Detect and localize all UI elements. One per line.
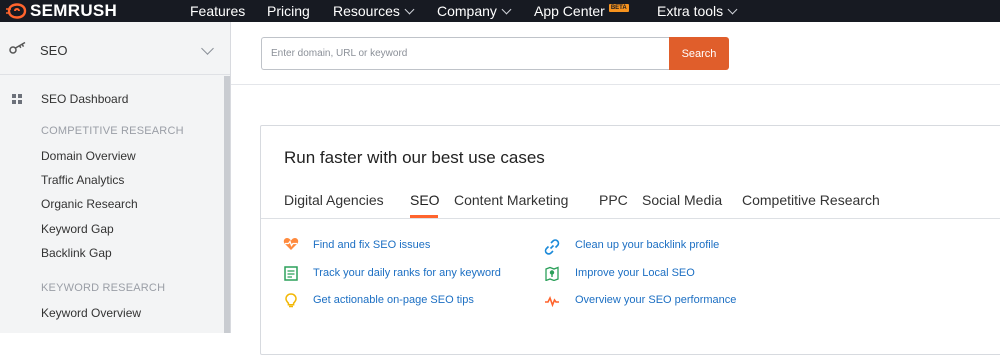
sidebar-item-seo-dashboard[interactable]: SEO Dashboard [41, 92, 128, 106]
sidebar-item-backlink-gap[interactable]: Backlink Gap [41, 246, 112, 260]
map-pin-icon [545, 266, 559, 281]
heart-pulse-icon [283, 238, 299, 250]
tabs-divider [261, 218, 1000, 219]
tab-seo[interactable]: SEO [410, 192, 440, 208]
sidebar-section-title: COMPETITIVE RESEARCH [41, 125, 184, 137]
chevron-down-icon [727, 4, 738, 14]
use-cases-card: Run faster with our best use cases Digit… [260, 125, 1000, 355]
nav-pricing[interactable]: Pricing [267, 0, 310, 22]
nav-app-center-label: App Center [534, 3, 605, 19]
nav-resources[interactable]: Resources [333, 0, 415, 22]
use-case-link[interactable]: Get actionable on-page SEO tips [313, 294, 474, 306]
nav-pricing-label: Pricing [267, 3, 310, 19]
use-case-link[interactable]: Overview your SEO performance [575, 294, 736, 306]
semrush-logo[interactable]: SEMRUSH [6, 0, 117, 22]
pulse-line-icon [545, 295, 559, 307]
tab-content-marketing[interactable]: Content Marketing [454, 192, 568, 208]
nav-features-label: Features [190, 3, 246, 19]
link-icon [544, 239, 560, 255]
sidebar-item-keyword-gap[interactable]: Keyword Gap [41, 222, 114, 236]
sidebar-scrollbar[interactable] [224, 76, 230, 333]
active-tab-indicator [410, 215, 438, 218]
sidebar-item-keyword-overview[interactable]: Keyword Overview [41, 306, 141, 320]
use-case-link[interactable]: Find and fix SEO issues [313, 239, 430, 251]
nav-company[interactable]: Company [437, 0, 512, 22]
nav-app-center[interactable]: App Center BETA [534, 0, 629, 22]
chevron-down-icon [201, 42, 214, 55]
tab-social-media[interactable]: Social Media [642, 192, 722, 208]
nav-features[interactable]: Features [190, 0, 245, 22]
seo-key-icon [9, 41, 26, 54]
dashboard-grid-icon [12, 94, 23, 105]
chevron-down-icon [501, 4, 512, 14]
top-navigation-bar: SEMRUSH Features Pricing Resources Compa… [0, 0, 1000, 22]
ranking-doc-icon [284, 266, 298, 281]
brand-name: SEMRUSH [30, 1, 118, 20]
use-case-link[interactable]: Track your daily ranks for any keyword [313, 267, 501, 279]
tab-digital-agencies[interactable]: Digital Agencies [284, 192, 384, 208]
chevron-down-icon [404, 4, 415, 14]
toolkit-selector[interactable]: SEO [0, 22, 230, 75]
header-divider [231, 84, 1000, 85]
use-case-link[interactable]: Improve your Local SEO [575, 267, 695, 279]
sidebar: SEO SEO Dashboard COMPETITIVE RESEARCH D… [0, 22, 231, 333]
nav-resources-label: Resources [333, 3, 400, 19]
sidebar-section-title: KEYWORD RESEARCH [41, 282, 166, 294]
search-input[interactable] [261, 37, 669, 70]
nav-extra-tools-label: Extra tools [657, 3, 724, 19]
beta-badge: BETA [608, 4, 629, 12]
tab-ppc[interactable]: PPC [599, 192, 628, 208]
search-button[interactable]: Search [669, 37, 729, 70]
sidebar-item-domain-overview[interactable]: Domain Overview [41, 149, 136, 163]
lightbulb-icon [285, 293, 297, 308]
nav-company-label: Company [437, 3, 497, 19]
card-title: Run faster with our best use cases [284, 148, 545, 167]
sidebar-item-organic-research[interactable]: Organic Research [41, 197, 138, 211]
sidebar-item-traffic-analytics[interactable]: Traffic Analytics [41, 173, 124, 187]
nav-extra-tools[interactable]: Extra tools [657, 0, 738, 22]
semrush-flame-icon [6, 3, 27, 19]
toolkit-label: SEO [40, 43, 68, 58]
tab-competitive-research[interactable]: Competitive Research [742, 192, 880, 208]
use-case-link[interactable]: Clean up your backlink profile [575, 239, 719, 251]
